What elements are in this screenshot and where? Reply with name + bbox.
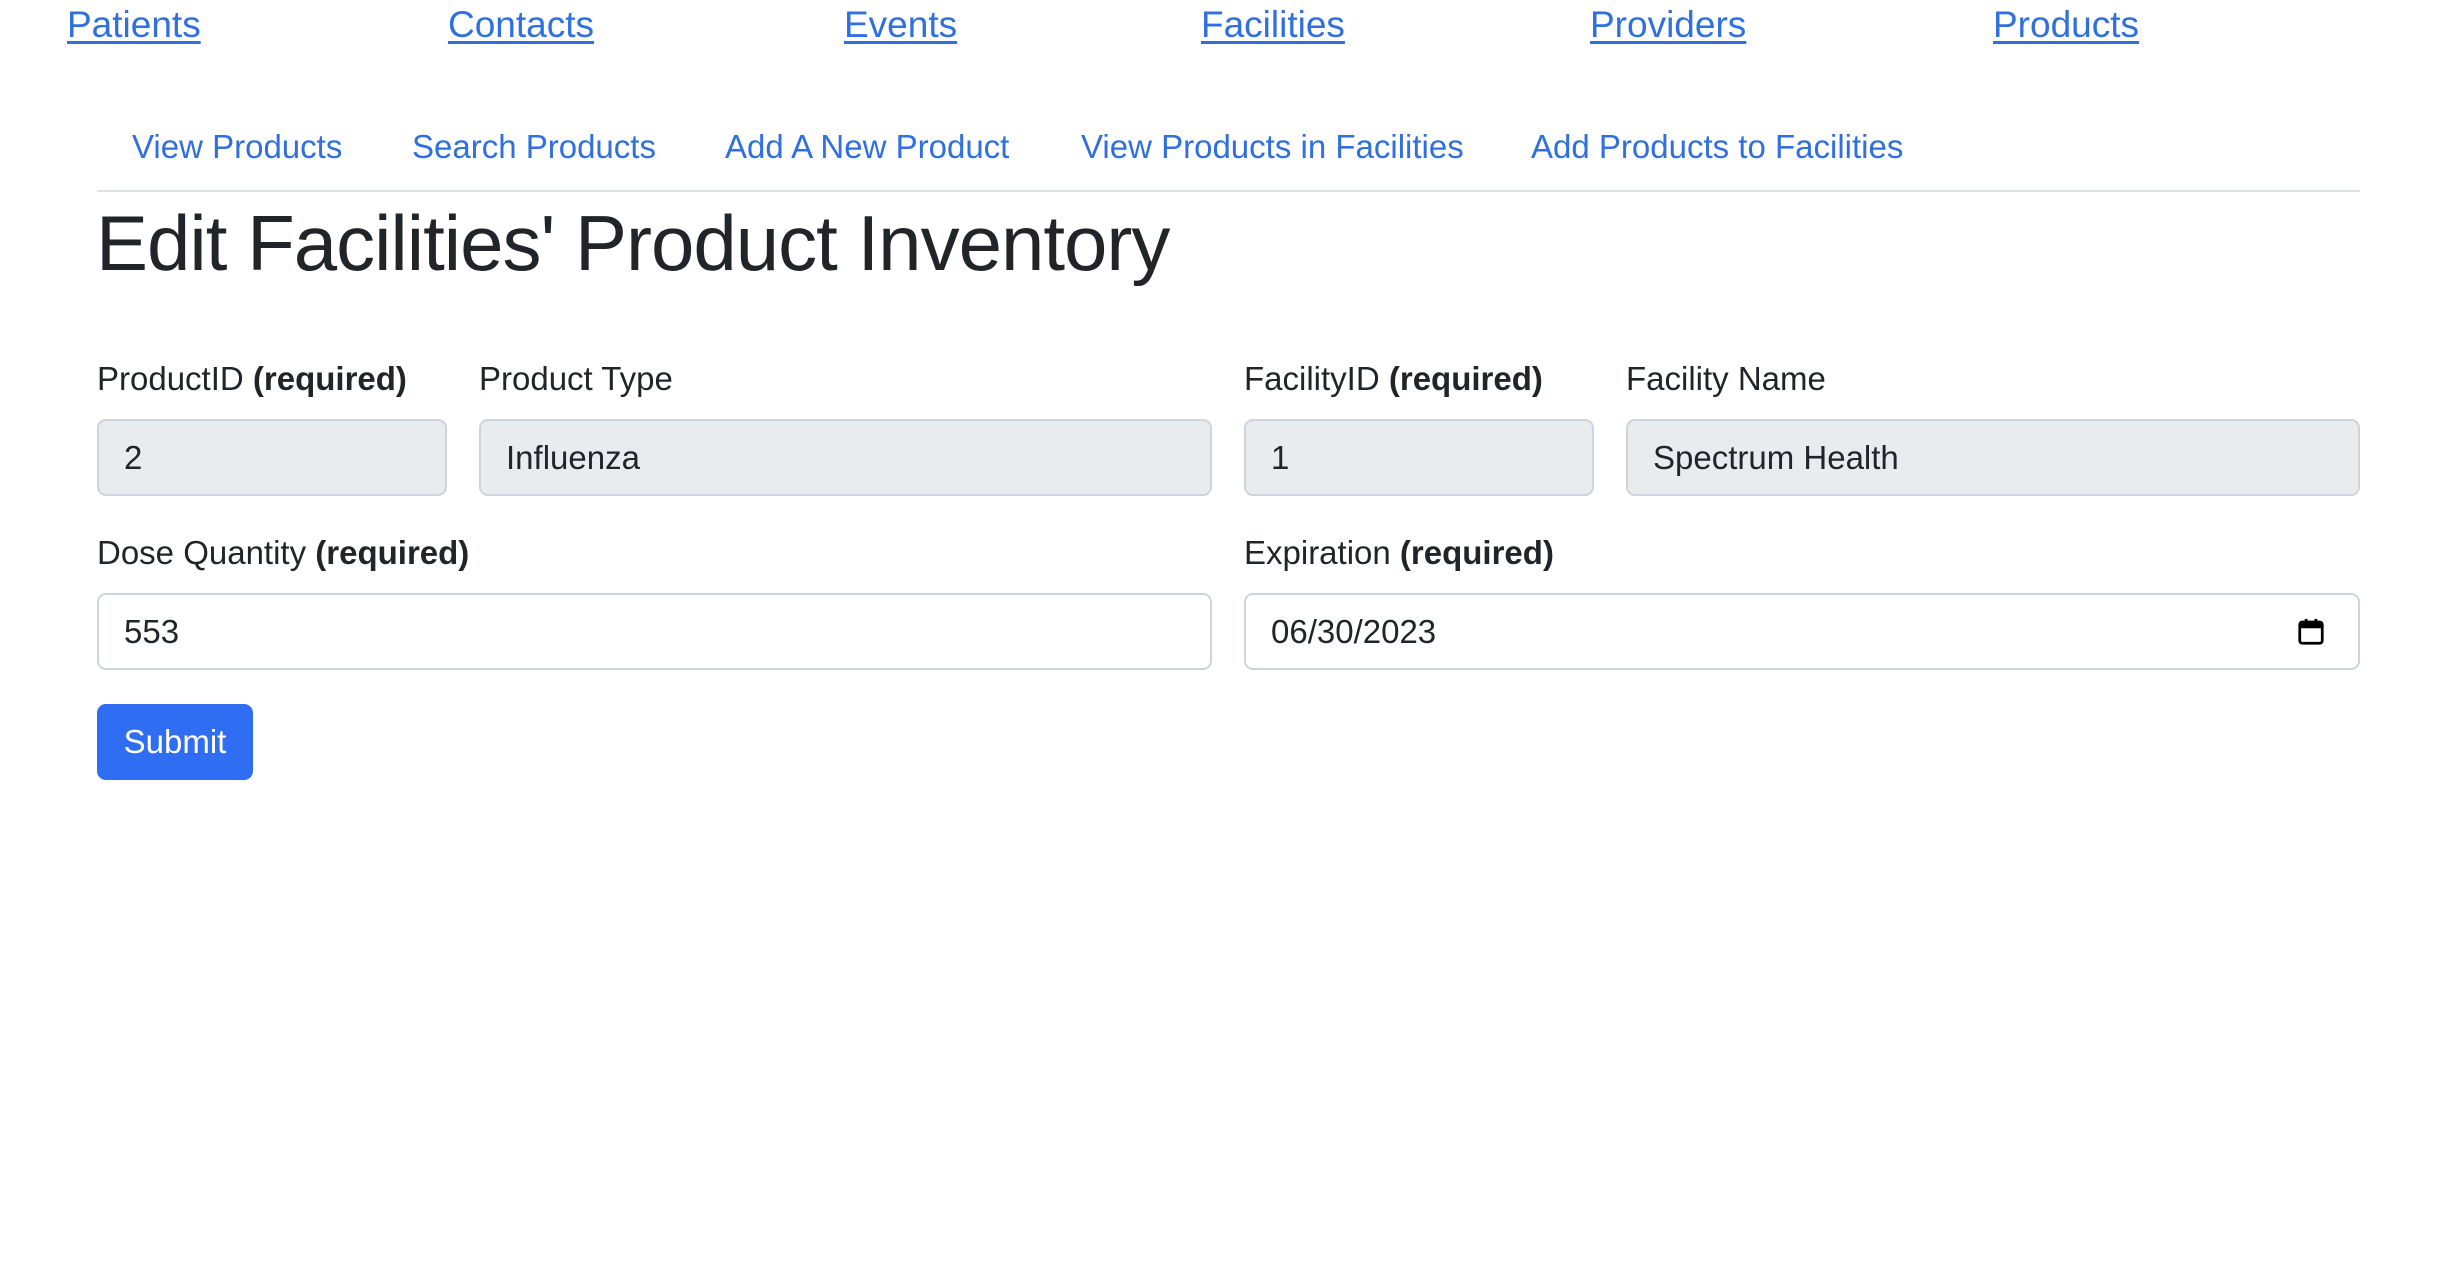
product-id-field[interactable]: 2 xyxy=(97,419,447,496)
nav-link-products[interactable]: Products xyxy=(1993,4,2139,46)
required-marker: (required) xyxy=(1399,534,1554,571)
products-subnav: View Products Search Products Add A New … xyxy=(97,128,2360,192)
nav-link-patients[interactable]: Patients xyxy=(67,4,201,46)
expiration-label: Expiration (required) xyxy=(1244,534,1554,571)
subnav-view-products[interactable]: View Products xyxy=(132,128,342,166)
dose-quantity-label: Dose Quantity (required) xyxy=(97,534,470,571)
product-id-label: ProductID (required) xyxy=(97,360,407,397)
required-marker: (required) xyxy=(1388,360,1543,397)
top-nav: Patients Contacts Events Facilities Prov… xyxy=(0,0,2444,60)
calendar-icon[interactable] xyxy=(2296,617,2326,647)
nav-link-providers[interactable]: Providers xyxy=(1590,4,1746,46)
product-type-field[interactable]: Influenza xyxy=(479,419,1212,496)
submit-button[interactable]: Submit xyxy=(97,704,253,780)
subnav-add-products-to-facilities[interactable]: Add Products to Facilities xyxy=(1531,128,1903,166)
product-type-label: Product Type xyxy=(479,360,673,397)
facility-name-label: Facility Name xyxy=(1626,360,1826,397)
nav-link-facilities[interactable]: Facilities xyxy=(1201,4,1345,46)
facility-id-field[interactable]: 1 xyxy=(1244,419,1594,496)
required-marker: (required) xyxy=(252,360,407,397)
subnav-add-product[interactable]: Add A New Product xyxy=(725,128,1009,166)
facility-name-field[interactable]: Spectrum Health xyxy=(1626,419,2360,496)
subnav-view-products-in-facilities[interactable]: View Products in Facilities xyxy=(1081,128,1464,166)
dose-quantity-input[interactable]: 553 xyxy=(97,593,1212,670)
facility-id-label: FacilityID (required) xyxy=(1244,360,1543,397)
page-title: Edit Facilities' Product Inventory xyxy=(96,199,1170,287)
subnav-search-products[interactable]: Search Products xyxy=(412,128,656,166)
expiration-date-input[interactable]: 06/30/2023 xyxy=(1244,593,2360,670)
required-marker: (required) xyxy=(315,534,470,571)
nav-link-contacts[interactable]: Contacts xyxy=(448,4,594,46)
nav-link-events[interactable]: Events xyxy=(844,4,957,46)
